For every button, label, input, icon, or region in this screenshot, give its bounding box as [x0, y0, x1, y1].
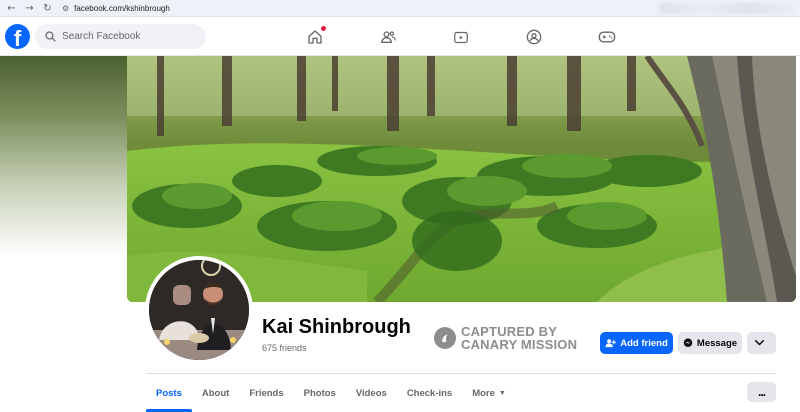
tab-about[interactable]: About [192, 374, 239, 412]
profile-options-button[interactable] [747, 332, 776, 354]
canary-mission-stamp: CAPTURED BY CANARY MISSION [434, 324, 577, 352]
address-bar[interactable]: ⚙ facebook.com/kshinbrough [62, 2, 170, 15]
search-input[interactable] [62, 31, 192, 42]
tab-photos[interactable]: Photos [294, 374, 346, 412]
site-settings-icon[interactable]: ⚙ [62, 4, 69, 13]
friends-icon[interactable] [369, 18, 407, 56]
search-bar[interactable] [35, 24, 206, 49]
friends-count[interactable]: 675 friends [262, 343, 307, 353]
caret-down-icon: ▼ [498, 389, 506, 397]
facebook-header: f [0, 18, 800, 56]
home-icon[interactable] [296, 18, 334, 56]
reload-icon[interactable]: ↻ [41, 2, 54, 15]
facebook-logo[interactable]: f [5, 24, 30, 49]
tab-posts[interactable]: Posts [146, 374, 192, 412]
cover-ambient-gradient [0, 56, 127, 256]
canary-logo-icon [434, 327, 456, 349]
chevron-down-icon [755, 340, 764, 346]
tab-videos[interactable]: Videos [346, 374, 397, 412]
add-friend-button[interactable]: Add friend [600, 332, 673, 354]
watch-icon[interactable] [442, 18, 480, 56]
tab-more[interactable]: More ▼ [462, 374, 516, 412]
add-friend-label: Add friend [620, 337, 668, 349]
groups-icon[interactable] [515, 18, 553, 56]
message-button[interactable]: Message [678, 332, 742, 354]
back-icon[interactable]: ← [5, 2, 18, 15]
extensions-area [659, 3, 794, 14]
tab-more-label: More [472, 387, 495, 399]
messenger-icon [683, 338, 693, 347]
message-label: Message [696, 337, 738, 349]
profile-avatar[interactable] [145, 256, 253, 364]
add-friend-icon [605, 339, 617, 348]
tabs-overflow-button[interactable]: ... [747, 382, 776, 402]
profile-tabs: Posts About Friends Photos Videos Check-… [146, 374, 516, 412]
profile-name: Kai Shinbrough [262, 316, 411, 338]
tab-check-ins[interactable]: Check-ins [397, 374, 462, 412]
browser-toolbar: ← → ↻ ⚙ facebook.com/kshinbrough [0, 0, 800, 17]
forward-icon[interactable]: → [23, 2, 36, 15]
url-text[interactable]: facebook.com/kshinbrough [74, 4, 170, 13]
tab-friends[interactable]: Friends [239, 374, 293, 412]
search-icon [45, 31, 56, 42]
notification-dot [321, 26, 326, 31]
stamp-line-2: CANARY MISSION [461, 337, 578, 352]
main-navigation [296, 18, 661, 56]
avatar-photo [149, 260, 249, 360]
gaming-icon[interactable] [588, 18, 626, 56]
